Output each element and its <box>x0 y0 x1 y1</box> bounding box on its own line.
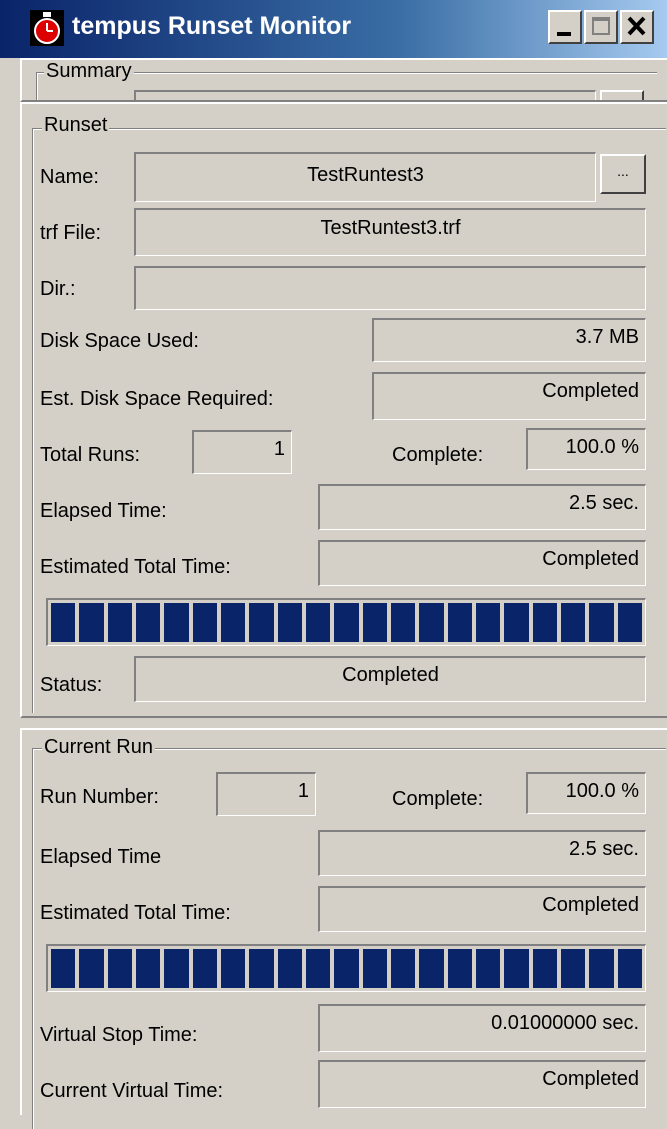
summary-browse-button[interactable] <box>600 90 644 100</box>
name-label: Name: <box>40 166 99 188</box>
estimated-total-time-field: Completed <box>318 540 646 586</box>
progress-segment <box>617 603 642 642</box>
trf-file-field: TestRuntest3.trf <box>134 208 646 256</box>
runset-legend: Runset <box>42 114 110 137</box>
progress-segment <box>277 603 302 642</box>
total-runs-label: Total Runs: <box>40 444 141 466</box>
run-number-field: 1 <box>216 772 316 816</box>
progress-segment <box>475 603 501 642</box>
est-disk-space-field: Completed <box>372 372 646 420</box>
progress-segment <box>504 603 529 642</box>
progress-segment <box>164 949 189 988</box>
progress-segment <box>107 603 132 642</box>
progress-segment <box>589 949 614 988</box>
run-complete-label: Complete: <box>392 788 484 810</box>
virtual-stop-time-field: 0.01000000 sec. <box>318 1004 646 1052</box>
close-icon <box>627 16 646 36</box>
progress-segment <box>220 949 246 988</box>
maximize-icon <box>592 17 610 35</box>
runset-progress-bar <box>46 598 646 646</box>
current-virtual-time-field: Completed <box>318 1060 646 1108</box>
title-bar[interactable]: tempus Runset Monitor <box>0 0 667 58</box>
progress-segment <box>532 603 557 642</box>
progress-segment <box>135 949 161 988</box>
tempus-app-icon <box>30 10 64 46</box>
dir-field <box>134 266 646 310</box>
current-run-legend: Current Run <box>42 736 155 759</box>
summary-panel: Summary TestRuntest3 <box>20 58 667 102</box>
progress-segment <box>390 603 416 642</box>
progress-segment <box>192 949 217 988</box>
run-elapsed-time-field: 2.5 sec. <box>318 830 646 876</box>
progress-segment <box>334 949 359 988</box>
maximize-button[interactable] <box>584 10 618 44</box>
runset-complete-field: 100.0 % <box>526 428 646 470</box>
status-field: Completed <box>134 656 646 702</box>
progress-segment <box>51 949 76 988</box>
progress-segment <box>305 949 331 988</box>
progress-segment <box>51 603 76 642</box>
progress-segment <box>362 949 387 988</box>
progress-segment <box>447 949 472 988</box>
disk-space-used-field: 3.7 MB <box>372 318 646 362</box>
progress-segment <box>305 603 331 642</box>
current-virtual-time-label: Current Virtual Time: <box>40 1080 224 1102</box>
run-elapsed-time-label: Elapsed Time <box>40 846 162 868</box>
disk-space-used-label: Disk Space Used: <box>40 330 199 352</box>
progress-segment <box>560 603 586 642</box>
progress-segment <box>135 603 161 642</box>
runset-panel: Runset Name: TestRuntest3 ... trf File: … <box>20 102 667 718</box>
runset-complete-label: Complete: <box>392 444 484 466</box>
progress-segment <box>79 603 104 642</box>
progress-segment <box>560 949 586 988</box>
window-title: tempus Runset Monitor <box>72 12 352 40</box>
progress-segment <box>390 949 416 988</box>
status-label: Status: <box>40 674 103 696</box>
total-runs-field: 1 <box>192 430 292 474</box>
progress-segment <box>617 949 642 988</box>
close-button[interactable] <box>620 10 654 44</box>
progress-segment <box>362 603 387 642</box>
run-number-label: Run Number: <box>40 786 159 808</box>
progress-segment <box>79 949 104 988</box>
progress-segment <box>192 603 217 642</box>
progress-segment <box>419 949 444 988</box>
runset-name-field: TestRuntest3 <box>134 152 596 202</box>
run-estimated-total-time-label: Estimated Total Time: <box>40 902 231 924</box>
progress-segment <box>334 603 359 642</box>
summary-legend: Summary <box>44 60 134 83</box>
run-complete-field: 100.0 % <box>526 772 646 814</box>
run-estimated-total-time-field: Completed <box>318 886 646 932</box>
summary-name-field: TestRuntest3 <box>134 90 596 100</box>
est-disk-space-label: Est. Disk Space Required: <box>40 388 274 410</box>
progress-segment <box>475 949 501 988</box>
progress-segment <box>504 949 529 988</box>
virtual-stop-time-label: Virtual Stop Time: <box>40 1024 198 1046</box>
progress-segment <box>589 603 614 642</box>
progress-segment <box>220 603 246 642</box>
browse-button[interactable]: ... <box>600 154 646 194</box>
minimize-button[interactable] <box>548 10 582 44</box>
dir-label: Dir.: <box>40 278 76 300</box>
progress-segment <box>532 949 557 988</box>
minimize-icon <box>557 32 571 36</box>
current-run-progress-bar <box>46 944 646 992</box>
progress-segment <box>447 603 472 642</box>
elapsed-time-label: Elapsed Time: <box>40 500 167 522</box>
current-run-panel: Current Run Run Number: 1 Complete: 100.… <box>20 728 667 1129</box>
progress-segment <box>249 603 274 642</box>
progress-segment <box>107 949 132 988</box>
progress-segment <box>419 603 444 642</box>
elapsed-time-field: 2.5 sec. <box>318 484 646 530</box>
estimated-total-time-label: Estimated Total Time: <box>40 556 231 578</box>
trf-file-label: trf File: <box>40 222 102 244</box>
progress-segment <box>164 603 189 642</box>
progress-segment <box>277 949 302 988</box>
progress-segment <box>249 949 274 988</box>
